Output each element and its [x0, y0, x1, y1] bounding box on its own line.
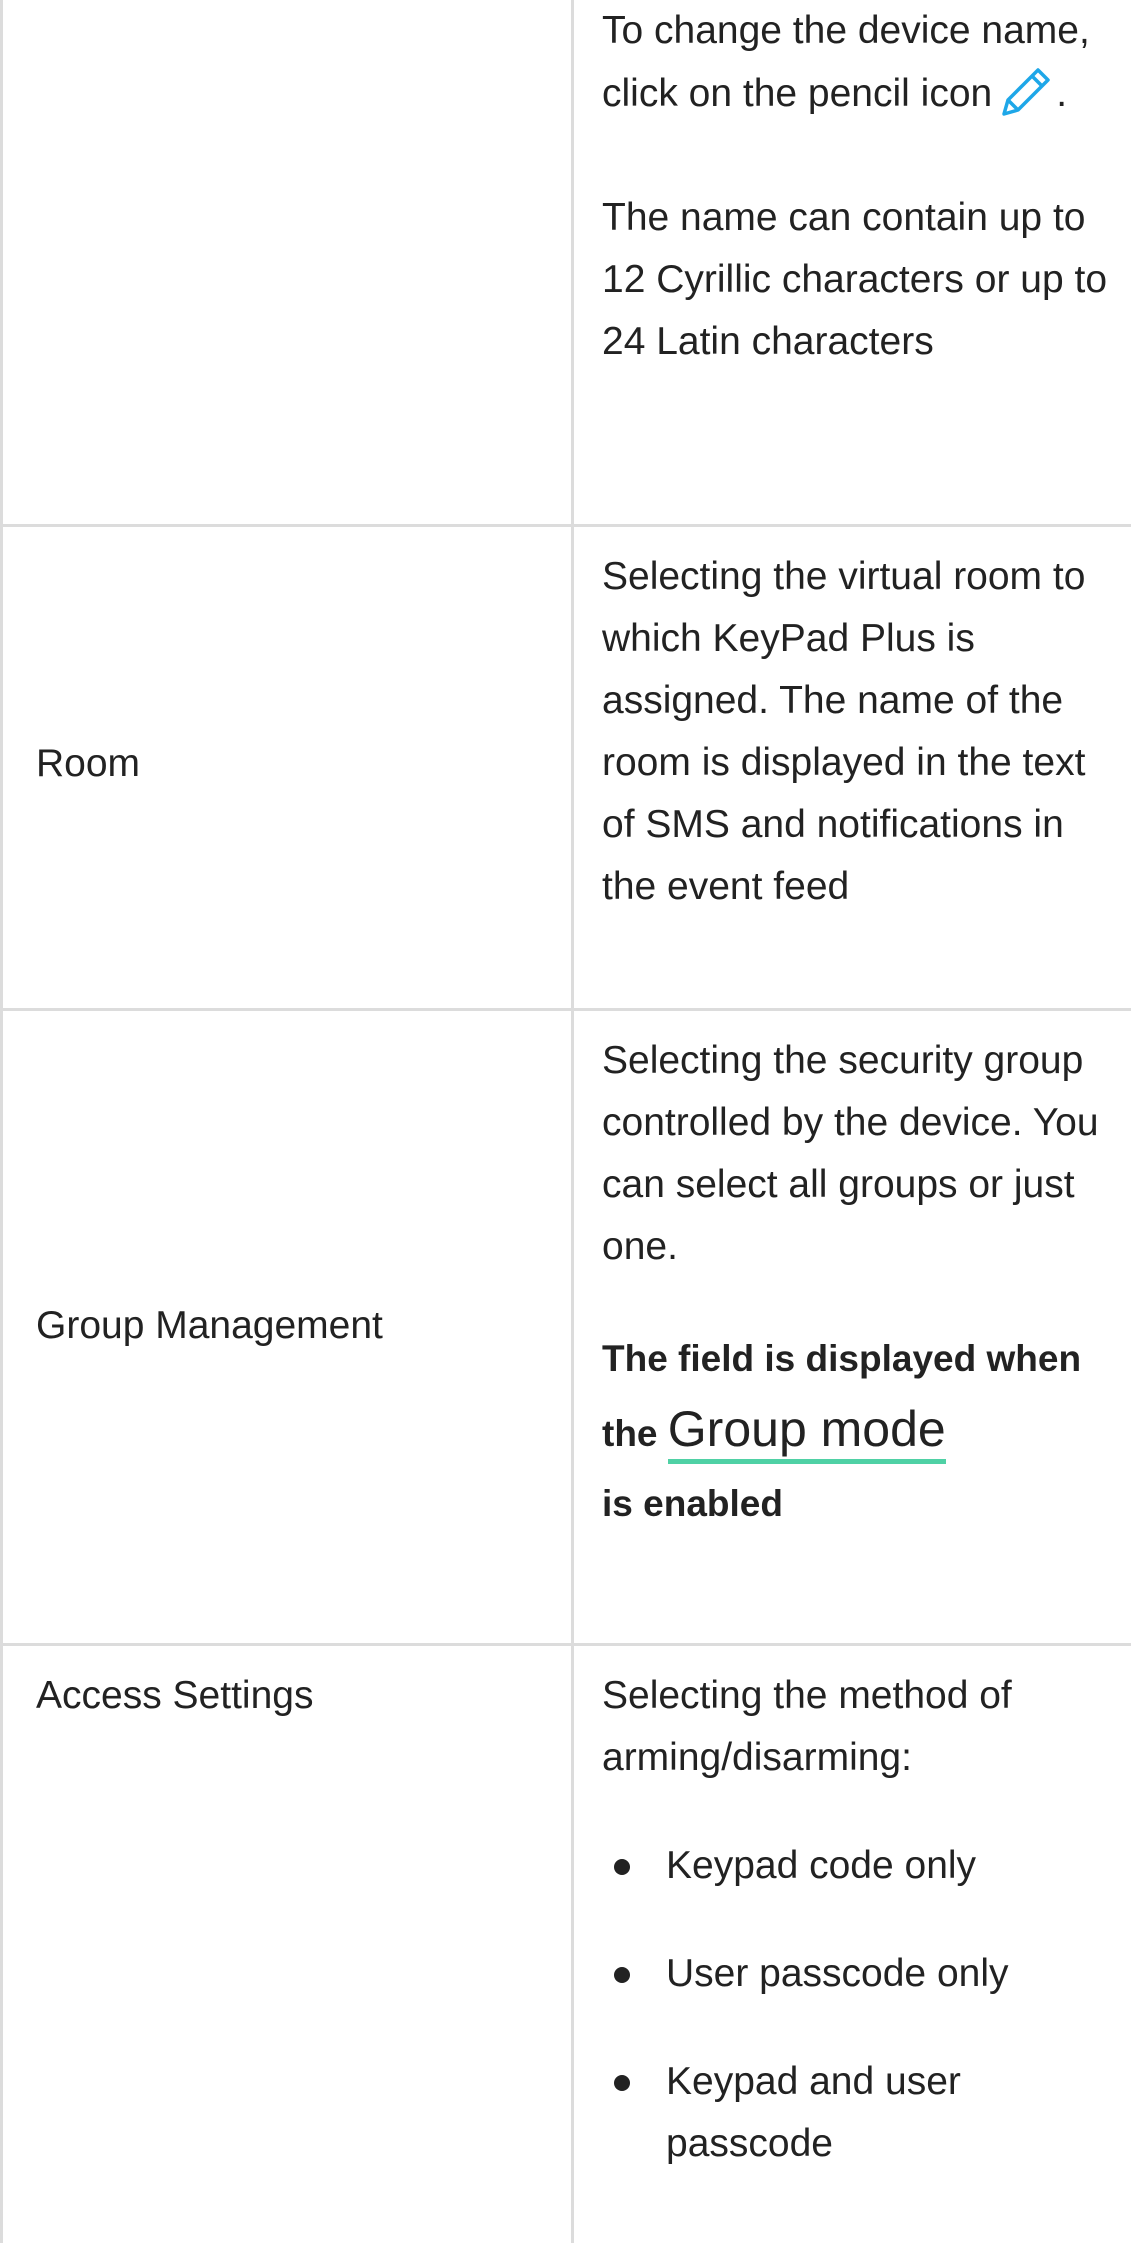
- option-text: Keypad and user passcode: [666, 2060, 961, 2165]
- row-description-group-management: Selecting the security group controlled …: [602, 1030, 1112, 1539]
- bullet-icon: [614, 1859, 630, 1875]
- option-text: Keypad code only: [666, 1844, 977, 1887]
- room-description-text: Selecting the virtual room to which KeyP…: [602, 555, 1086, 908]
- row-label-room: Room: [36, 742, 141, 785]
- group-mode-note: The field is displayed when the Group mo…: [602, 1324, 1112, 1539]
- table-row-name: To change the device name, click on the …: [0, 0, 1131, 524]
- row-description: To change the device name, click on the …: [602, 0, 1112, 373]
- name-limit-text: The name can contain up to 12 Cyrillic c…: [602, 196, 1108, 363]
- note-suffix: is enabled: [602, 1483, 783, 1524]
- access-description-text: Selecting the method of arming/disarming…: [602, 1674, 1012, 1779]
- access-options-list: Keypad code only User passcode only Keyp…: [602, 1835, 1112, 2175]
- table-row-group-management: Group Management Selecting the security …: [0, 1011, 1131, 1643]
- row-description-room: Selecting the virtual room to which KeyP…: [602, 546, 1112, 918]
- bullet-icon: [614, 2075, 630, 2091]
- bullet-icon: [614, 1967, 630, 1983]
- option-text: User passcode only: [666, 1952, 1009, 1995]
- row-description-access-settings: Selecting the method of arming/disarming…: [602, 1665, 1112, 2221]
- settings-table: To change the device name, click on the …: [0, 0, 1131, 2243]
- pencil-icon[interactable]: [998, 62, 1056, 120]
- name-change-instruction: To change the device name, click on the …: [602, 0, 1112, 125]
- list-item: User passcode only: [602, 1943, 1112, 2005]
- group-description-text: Selecting the security group controlled …: [602, 1039, 1099, 1268]
- table-row-room: Room Selecting the virtual room to which…: [0, 527, 1131, 1008]
- list-item: Keypad code only: [602, 1835, 1112, 1897]
- sentence-period: .: [1056, 72, 1068, 115]
- list-item: Keypad and user passcode: [602, 2051, 1046, 2175]
- table-row-access-settings: Access Settings Selecting the method of …: [0, 1646, 1131, 2243]
- row-label-group-management: Group Management: [36, 1304, 383, 1347]
- group-mode-link[interactable]: Group mode: [667, 1401, 946, 1464]
- row-label-access-settings: Access Settings: [36, 1674, 314, 1717]
